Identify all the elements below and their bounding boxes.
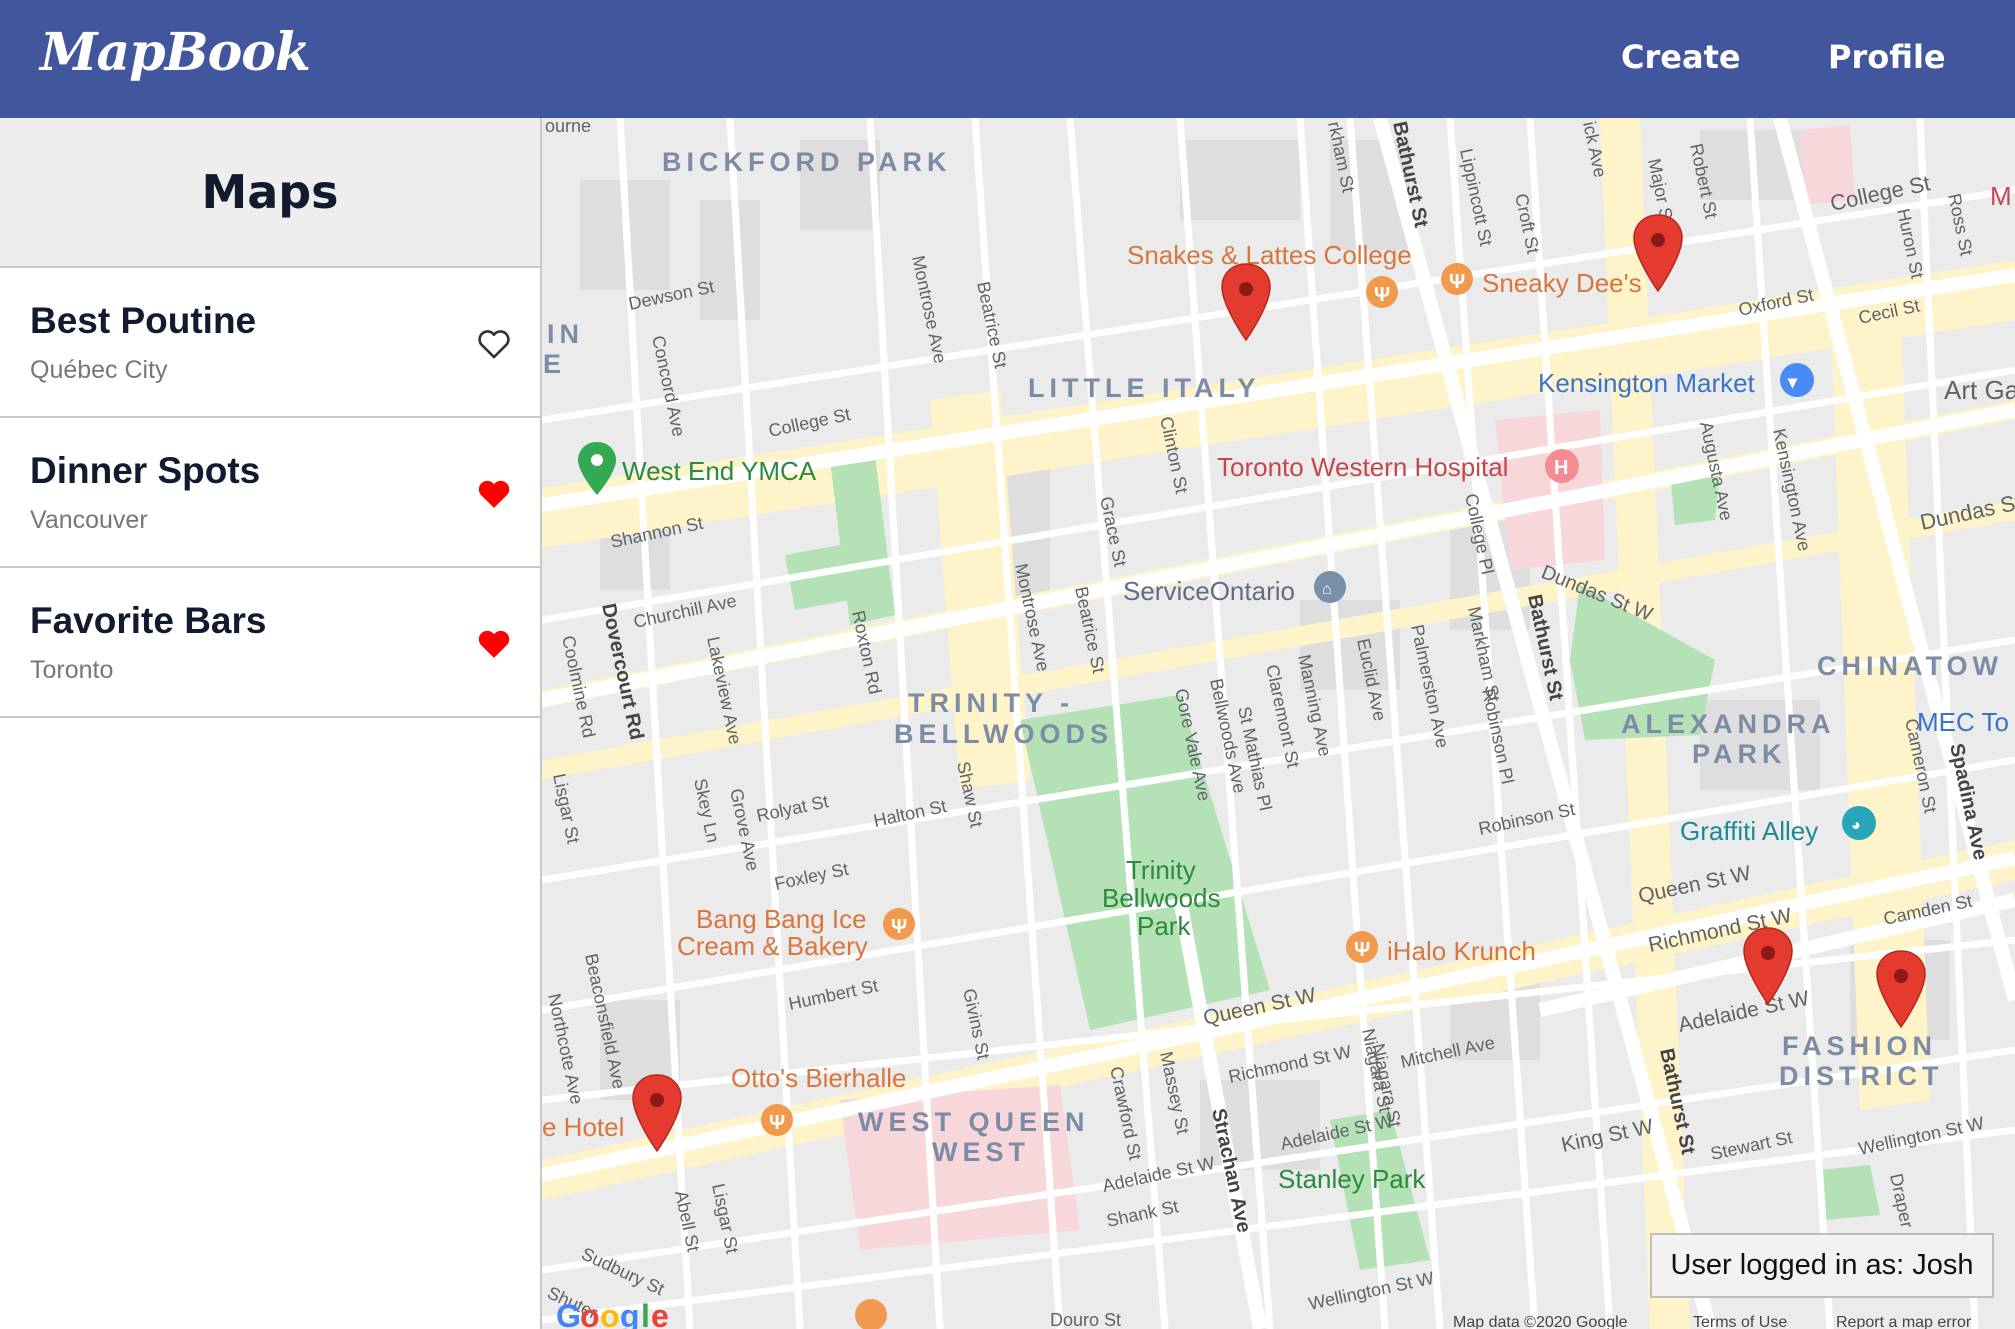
sidebar-title: Maps [201,165,339,219]
poi-label: Bang Bang Ice [696,904,867,934]
svg-text:⌂: ⌂ [1322,581,1332,598]
neighborhood-label: DISTRICT [1779,1061,1944,1091]
top-navbar: MapBook Create Profile [0,0,2015,118]
report-map-error-link[interactable]: Report a map error [1836,1314,1972,1329]
poi-label: Stanley Park [1278,1164,1426,1194]
map-item-name: Favorite Bars [30,600,267,641]
sidebar-header: Maps [0,118,540,268]
poi-label: M [1990,181,2012,211]
map-item-name: Best Poutine [30,300,257,341]
street-label: ourne [545,118,591,136]
poi-label: Sneaky Dee's [1482,268,1642,298]
svg-text:G: G [556,1298,581,1329]
svg-text:Ψ: Ψ [769,1112,785,1134]
poi-label: Art Ga [1944,375,2015,405]
neighborhood-label: BELLWOODS [894,719,1113,749]
poi-label: MEC To [1917,707,2009,737]
poi-label: ServiceOntario [1123,576,1295,606]
svg-text:▾: ▾ [1787,372,1798,392]
neighborhood-label: ALEXANDRA [1621,709,1836,739]
terms-of-use-link[interactable]: Terms of Use [1693,1314,1787,1329]
neighborhood-label: WEST [932,1137,1030,1167]
nav-profile-link[interactable]: Profile [1828,38,1946,76]
svg-text:Ψ: Ψ [891,916,907,938]
maps-sidebar: Maps Best Poutine Québec City Dinner Spo… [0,118,542,1329]
map-view[interactable]: BICKFORD PARK LITTLE ITALY TRINITY - BEL… [542,118,2015,1329]
poi-label: West End YMCA [622,456,817,486]
svg-text:o: o [600,1298,620,1329]
poi-label: Snakes & Lattes College [1127,240,1412,270]
nav-create-link[interactable]: Create [1621,38,1741,76]
map-footer: Map data ©2020 Google Terms of Use Repor… [1453,1314,1972,1329]
neighborhood-label: TRINITY - [908,688,1074,718]
poi-label: Otto's Bierhalle [731,1063,907,1093]
poi-label: Cream & Bakery [677,931,868,961]
svg-text:Ψ: Ψ [1374,284,1390,306]
poi-label: iHalo Krunch [1387,936,1536,966]
logged-in-user-status: User logged in as: Josh [1650,1233,1994,1298]
svg-text:l: l [641,1298,650,1329]
poi-label: e Hotel [542,1112,624,1142]
poi-label: Graffiti Alley [1680,816,1818,846]
neighborhood-label: E [543,349,566,379]
svg-text:H: H [1554,457,1568,479]
map-item-name: Dinner Spots [30,450,261,491]
svg-text:o: o [580,1298,600,1329]
heart-filled-icon[interactable] [476,628,512,660]
google-logo: G o o g l e [556,1298,669,1329]
neighborhood-label: LITTLE ITALY [1028,373,1261,403]
heart-filled-icon[interactable] [476,478,512,510]
neighborhood-label: PARK [1692,739,1787,769]
svg-text:g: g [620,1298,640,1329]
map-list-item[interactable]: Favorite Bars Toronto [0,568,540,718]
poi-label: Bellwoods [1102,883,1221,913]
neighborhood-label: IN [547,319,584,349]
svg-text:◕: ◕ [1851,817,1861,834]
neighborhood-label: CHINATOW [1817,651,2003,681]
map-item-location: Vancouver [30,506,148,534]
map-item-location: Québec City [30,356,168,384]
map-list-item[interactable]: Dinner Spots Vancouver [0,418,540,568]
poi-label: Kensington Market [1538,368,1756,398]
brand-logo[interactable]: MapBook [40,22,311,83]
neighborhood-label: BICKFORD PARK [662,147,952,177]
neighborhood-label: WEST QUEEN [858,1107,1090,1137]
neighborhood-label: FASHION [1782,1031,1937,1061]
map-attribution: Map data ©2020 Google [1453,1314,1628,1329]
svg-text:e: e [651,1298,669,1329]
map-item-location: Toronto [30,656,114,684]
heart-outline-icon[interactable] [476,328,512,360]
svg-text:Ψ: Ψ [1354,939,1370,961]
poi-label: Trinity [1126,855,1196,885]
poi-label: Park [1137,911,1191,941]
poi-label: Toronto Western Hospital [1217,452,1508,482]
svg-text:Ψ: Ψ [1449,271,1465,293]
street-label: Douro St [1050,1310,1121,1329]
map-list-item[interactable]: Best Poutine Québec City [0,268,540,418]
